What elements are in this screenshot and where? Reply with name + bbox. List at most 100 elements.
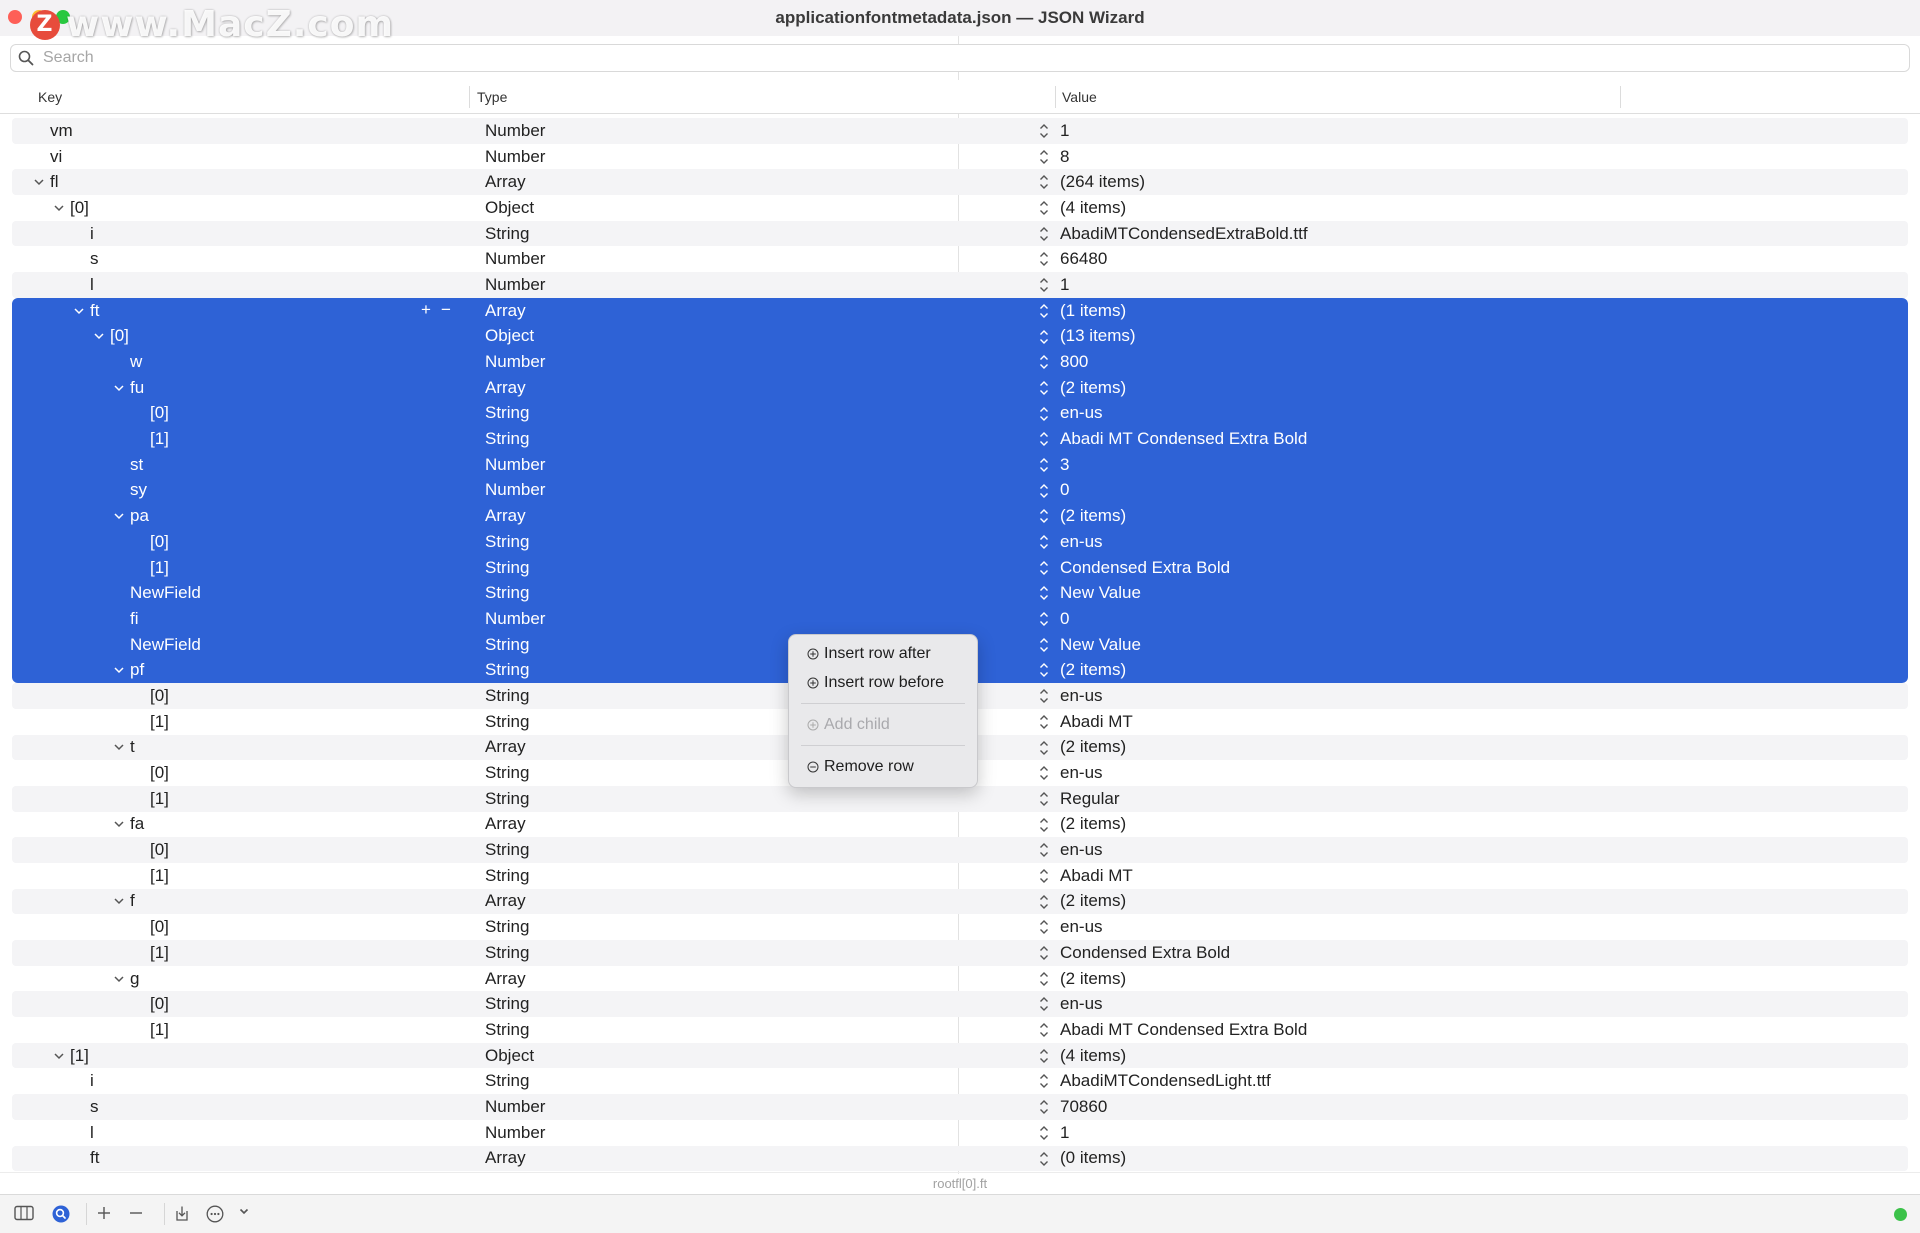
- key-cell[interactable]: s: [90, 249, 99, 269]
- value-cell[interactable]: en-us: [1060, 994, 1103, 1014]
- chevron-down-icon[interactable]: [112, 509, 126, 523]
- value-cell[interactable]: New Value: [1060, 583, 1141, 603]
- table-row[interactable]: i String AbadiMTCondensedExtraBold.ttf: [12, 220, 1908, 247]
- type-cell[interactable]: Array: [485, 301, 526, 321]
- stepper-icon[interactable]: [1039, 250, 1049, 268]
- chevron-down-icon[interactable]: [72, 304, 86, 318]
- type-cell[interactable]: String: [485, 1020, 529, 1040]
- key-cell[interactable]: [1]: [150, 1020, 169, 1040]
- value-cell[interactable]: Abadi MT Condensed Extra Bold: [1060, 429, 1307, 449]
- value-cell[interactable]: en-us: [1060, 532, 1103, 552]
- table-row[interactable]: [1] String Condensed Extra Bold: [12, 940, 1908, 966]
- chevron-down-icon[interactable]: [112, 972, 126, 986]
- key-cell[interactable]: [1]: [150, 712, 169, 732]
- value-cell[interactable]: (2 items): [1060, 814, 1126, 834]
- table-row[interactable]: l Number 1: [12, 272, 1908, 298]
- type-cell[interactable]: String: [485, 532, 529, 552]
- key-cell[interactable]: [1]: [52, 1046, 89, 1066]
- type-cell[interactable]: Number: [485, 1123, 545, 1143]
- value-cell[interactable]: New Value: [1060, 635, 1141, 655]
- stepper-icon[interactable]: [1039, 1072, 1049, 1090]
- stepper-icon[interactable]: [1039, 302, 1049, 320]
- stepper-icon[interactable]: [1039, 379, 1049, 397]
- key-cell[interactable]: i: [90, 224, 94, 244]
- key-cell[interactable]: [0]: [150, 840, 169, 860]
- key-cell[interactable]: [0]: [150, 763, 169, 783]
- key-cell[interactable]: vi: [50, 147, 62, 167]
- close-window-button[interactable]: [8, 10, 22, 24]
- type-cell[interactable]: Number: [485, 455, 545, 475]
- key-cell[interactable]: i: [90, 1071, 94, 1091]
- chevron-down-icon[interactable]: [112, 894, 126, 908]
- type-cell[interactable]: String: [485, 686, 529, 706]
- key-cell[interactable]: fu: [112, 378, 144, 398]
- type-cell[interactable]: String: [485, 994, 529, 1014]
- table-row[interactable]: NewField String New Value: [12, 580, 1908, 607]
- table-row[interactable]: st Number 3: [12, 451, 1908, 478]
- key-cell[interactable]: w: [130, 352, 142, 372]
- key-cell[interactable]: [0]: [150, 917, 169, 937]
- value-cell[interactable]: Condensed Extra Bold: [1060, 943, 1230, 963]
- menu-item-remove-row[interactable]: Remove row: [807, 758, 914, 776]
- value-cell[interactable]: (4 items): [1060, 198, 1126, 218]
- value-cell[interactable]: (2 items): [1060, 378, 1126, 398]
- table-row[interactable]: [1] String Abadi MT: [12, 863, 1908, 889]
- table-row[interactable]: [0] String en-us: [12, 400, 1908, 427]
- type-cell[interactable]: Object: [485, 198, 534, 218]
- table-row[interactable]: [1] String Condensed Extra Bold: [12, 554, 1908, 581]
- value-cell[interactable]: Abadi MT: [1060, 866, 1133, 886]
- key-cell[interactable]: fl: [32, 172, 59, 192]
- value-cell[interactable]: 8: [1060, 147, 1069, 167]
- key-cell[interactable]: l: [90, 275, 94, 295]
- stepper-icon[interactable]: [1039, 430, 1049, 448]
- value-cell[interactable]: AbadiMTCondensedExtraBold.ttf: [1060, 224, 1308, 244]
- more-icon[interactable]: [206, 1205, 224, 1223]
- key-cell[interactable]: g: [112, 969, 139, 989]
- value-cell[interactable]: 0: [1060, 480, 1069, 500]
- table-row[interactable]: f Array (2 items): [12, 888, 1908, 915]
- stepper-icon[interactable]: [1039, 482, 1049, 500]
- key-cell[interactable]: sy: [130, 480, 147, 500]
- stepper-icon[interactable]: [1039, 610, 1049, 628]
- type-cell[interactable]: Object: [485, 326, 534, 346]
- stepper-icon[interactable]: [1039, 661, 1049, 679]
- stepper-icon[interactable]: [1039, 353, 1049, 371]
- type-cell[interactable]: String: [485, 403, 529, 423]
- plus-icon[interactable]: [96, 1205, 112, 1221]
- search-input[interactable]: [41, 48, 1885, 68]
- table-row[interactable]: [0] String en-us: [12, 837, 1908, 863]
- key-cell[interactable]: t: [112, 737, 135, 757]
- key-cell[interactable]: [0]: [52, 198, 89, 218]
- stepper-icon[interactable]: [1039, 790, 1049, 808]
- chevron-down-icon[interactable]: [52, 1049, 66, 1063]
- value-cell[interactable]: 1: [1060, 121, 1069, 141]
- key-cell[interactable]: [1]: [150, 558, 169, 578]
- type-cell[interactable]: String: [485, 840, 529, 860]
- value-cell[interactable]: (264 items): [1060, 172, 1145, 192]
- table-row[interactable]: sy Number 0: [12, 477, 1908, 504]
- table-row[interactable]: s Number 70860: [12, 1094, 1908, 1120]
- type-cell[interactable]: Array: [485, 172, 526, 192]
- type-cell[interactable]: String: [485, 224, 529, 244]
- table-row[interactable]: g Array (2 items): [12, 966, 1908, 992]
- column-divider[interactable]: [469, 86, 470, 108]
- key-cell[interactable]: f: [112, 891, 135, 911]
- stepper-icon[interactable]: [1039, 405, 1049, 423]
- stepper-icon[interactable]: [1039, 739, 1049, 757]
- type-cell[interactable]: String: [485, 583, 529, 603]
- value-cell[interactable]: 1: [1060, 1123, 1069, 1143]
- menu-item-insert-before[interactable]: Insert row before: [807, 674, 944, 692]
- sidebar-toggle-icon[interactable]: [14, 1205, 34, 1221]
- table-row[interactable]: vi Number 8: [12, 144, 1908, 170]
- value-cell[interactable]: Abadi MT Condensed Extra Bold: [1060, 1020, 1307, 1040]
- table-row[interactable]: l Number 1: [12, 1120, 1908, 1146]
- key-cell[interactable]: NewField: [130, 583, 201, 603]
- key-cell[interactable]: NewField: [130, 635, 201, 655]
- key-cell[interactable]: l: [90, 1123, 94, 1143]
- key-cell[interactable]: pf: [112, 660, 144, 680]
- stepper-icon[interactable]: [1039, 276, 1049, 294]
- key-cell[interactable]: [0]: [150, 403, 169, 423]
- table-row[interactable]: [1] String Abadi MT Condensed Extra Bold: [12, 426, 1908, 452]
- table-row[interactable]: [0] Object (13 items): [12, 323, 1908, 350]
- key-cell[interactable]: st: [130, 455, 143, 475]
